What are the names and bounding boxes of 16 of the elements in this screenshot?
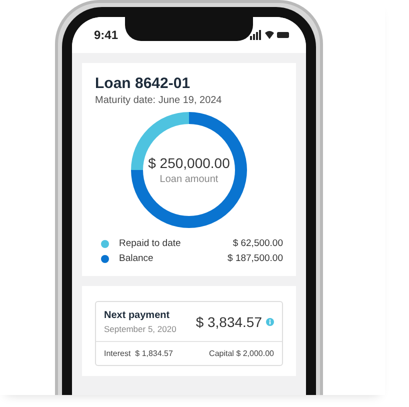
next-payment-title: Next payment <box>104 310 171 321</box>
legend-amount: $ 187,500.00 <box>228 253 283 264</box>
next-payment-date: September 5, 2020 <box>104 324 176 334</box>
legend-label: Repaid to date <box>119 238 182 249</box>
loan-title: Loan 8642-01 <box>95 75 192 92</box>
loan-amount: $ 250,000.00 <box>148 155 230 171</box>
maturity-date: Maturity date: June 19, 2024 <box>95 95 223 106</box>
legend-amount: $ 62,500.00 <box>232 238 283 249</box>
info-icon[interactable] <box>266 318 274 326</box>
capital-text: Capital $ 2,000.00 <box>209 349 274 358</box>
next-payment-amount: $ 3,834.57 <box>196 314 262 330</box>
loan-amount-label: Loan amount <box>160 174 218 185</box>
legend-label: Balance <box>119 253 154 264</box>
status-time: 9:41 <box>94 28 118 42</box>
interest-text: Interest $ 1,834.57 <box>104 349 173 358</box>
status-icons <box>250 30 290 40</box>
